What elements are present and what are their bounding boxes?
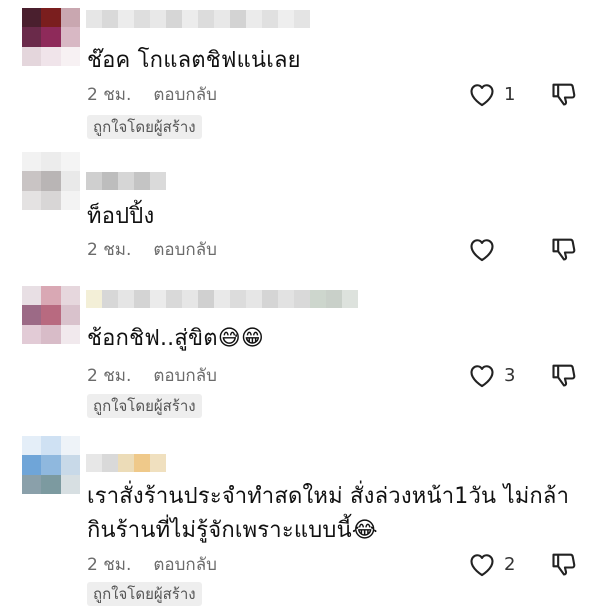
liked-by-creator-badge: ถูกใจโดยผู้สร้าง (87, 115, 202, 139)
like-count: 2 (504, 553, 516, 575)
thumbs-down-outline-icon[interactable] (550, 361, 578, 389)
heart-outline-icon[interactable] (468, 362, 496, 388)
heart-outline-icon[interactable] (468, 236, 496, 262)
liked-by-creator-badge: ถูกใจโดยผู้สร้าง (87, 582, 202, 606)
comment-time: 2 ชม. (87, 239, 132, 260)
comment-time: 2 ชม. (87, 84, 132, 105)
reply-button[interactable]: ตอบกลับ (153, 81, 217, 108)
comment-text-line1: เราสั่งร้านประจำทำสดใหม่ สั่งล่วงหน้า1วั… (87, 484, 570, 509)
username-blurred[interactable] (86, 172, 166, 190)
reply-button[interactable]: ตอบกลับ (153, 236, 217, 263)
avatar[interactable] (22, 436, 80, 494)
avatar[interactable] (22, 286, 80, 344)
comment-time: 2 ชม. (87, 365, 132, 386)
heart-outline-icon[interactable] (468, 551, 496, 577)
heart-outline-icon[interactable] (468, 81, 496, 107)
avatar[interactable] (22, 152, 80, 210)
like-count: 1 (504, 83, 516, 105)
avatar[interactable] (22, 8, 80, 66)
username-blurred[interactable] (86, 290, 358, 308)
comment-text: ท็อปปิ้ง (87, 204, 155, 229)
thumbs-down-outline-icon[interactable] (550, 80, 578, 108)
like-count: 3 (504, 364, 516, 386)
comment-time: 2 ชม. (87, 554, 132, 575)
username-blurred[interactable] (86, 454, 166, 472)
reply-button[interactable]: ตอบกลับ (153, 362, 217, 389)
thumbs-down-outline-icon[interactable] (550, 550, 578, 578)
comment-text-line2: กินร้านที่ไม่รู้จักเพราะแบบนี้😂 (87, 518, 378, 543)
liked-by-creator-badge: ถูกใจโดยผู้สร้าง (87, 394, 202, 418)
username-blurred[interactable] (86, 10, 310, 28)
comment-text: ช้อกชิฟ..สู่ขิต😅😁 (87, 326, 264, 351)
comment-text: ช๊อค โกแลตชิฟแน่เลย (87, 48, 301, 73)
reply-button[interactable]: ตอบกลับ (153, 551, 217, 578)
thumbs-down-outline-icon[interactable] (550, 235, 578, 263)
